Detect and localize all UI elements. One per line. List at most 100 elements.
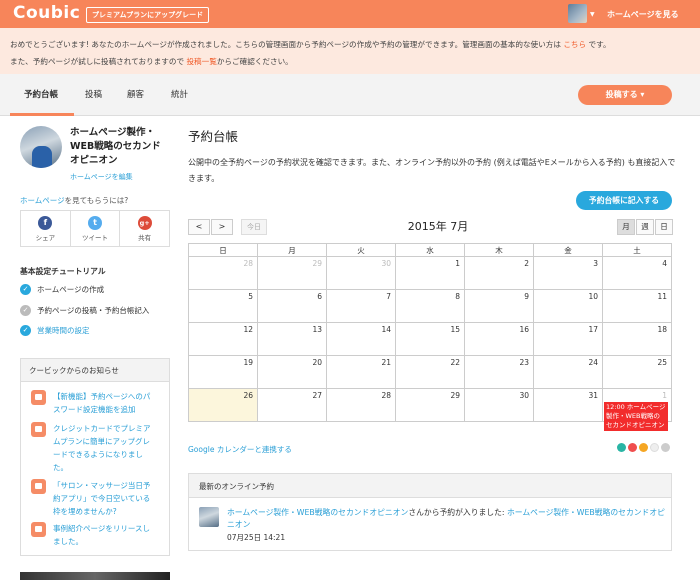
banner-image[interactable] xyxy=(20,572,170,580)
check-icon: ✓ xyxy=(20,284,31,295)
calendar-day[interactable]: 27 xyxy=(257,388,327,422)
calendar-day[interactable]: 22 xyxy=(395,355,465,389)
share-box: f シェア t ツイート g+ 共有 xyxy=(20,210,170,247)
calendar-day[interactable]: 31 xyxy=(533,388,603,422)
color-swatch[interactable] xyxy=(628,443,637,452)
notice-posts-link[interactable]: 投稿一覧 xyxy=(186,57,216,66)
calendar-day[interactable]: 29 xyxy=(395,388,465,422)
calendar-day[interactable]: 7 xyxy=(326,289,396,323)
calendar-day[interactable]: 20 xyxy=(257,355,327,389)
news-item-link[interactable]: クレジットカードでプレミアムプランに簡単にアップグレードできるようになりました。 xyxy=(53,422,153,474)
online-reservations-title: 最新のオンライン予約 xyxy=(189,474,671,498)
tab-customers[interactable]: 顧客 xyxy=(127,88,144,100)
site-name: ホームページ製作・WEB戦略のセカンドオピニオン xyxy=(70,127,161,166)
add-reservation-button[interactable]: 予約台帳に記入する xyxy=(576,191,672,210)
weekday-header: 火 xyxy=(326,243,396,257)
news-icon xyxy=(31,479,46,494)
calendar-day[interactable]: 15 xyxy=(395,322,465,356)
tutorial-item: ✓ ホームページの作成 xyxy=(20,284,104,295)
calendar-day[interactable]: 19 xyxy=(188,355,258,389)
tab-stats[interactable]: 統計 xyxy=(171,88,188,100)
news-item[interactable]: 事例紹介ページをリリースしました。 xyxy=(31,522,153,548)
calendar-day-with-event[interactable]: 1 12:00 ホームページ製作・WEB戦略のセカンドオピニオン xyxy=(602,388,672,431)
calendar-event[interactable]: 12:00 ホームページ製作・WEB戦略のセカンドオピニオン xyxy=(604,402,668,431)
prev-month-button[interactable]: < xyxy=(188,219,210,235)
facebook-share-button[interactable]: f シェア xyxy=(21,211,71,246)
chevron-down-icon[interactable]: ▼ xyxy=(590,11,595,18)
share-question-link[interactable]: ホームページ xyxy=(20,196,65,205)
calendar-day[interactable]: 30 xyxy=(326,256,396,290)
tutorial-item-label: ホームページの作成 xyxy=(37,285,105,294)
news-item[interactable]: クレジットカードでプレミアムプランに簡単にアップグレードできるようになりました。 xyxy=(31,422,153,474)
calendar-day[interactable]: 29 xyxy=(257,256,327,290)
next-month-button[interactable]: > xyxy=(211,219,233,235)
news-item-link[interactable]: 「サロン・マッサージ当日予約アプリ」で今日空いている枠を埋めませんか? xyxy=(53,479,153,518)
calendar-day[interactable]: 28 xyxy=(326,388,396,422)
today-button[interactable]: 今日 xyxy=(241,219,267,235)
calendar-day[interactable]: 21 xyxy=(326,355,396,389)
view-home-link[interactable]: ホームページを見る xyxy=(607,9,679,20)
calendar-day[interactable]: 16 xyxy=(464,322,534,356)
color-swatch[interactable] xyxy=(639,443,648,452)
calendar-day[interactable]: 23 xyxy=(464,355,534,389)
calendar-day[interactable]: 24 xyxy=(533,355,603,389)
google-plus-share-button[interactable]: g+ 共有 xyxy=(120,211,169,246)
color-swatch[interactable] xyxy=(661,443,670,452)
news-item-link[interactable]: 【新機能】予約ページへのパスワード設定機能を追加 xyxy=(53,390,153,416)
top-bar: Coubic プレミアムプランにアップグレード ▼ ホームページを見る xyxy=(0,0,700,28)
calendar-day[interactable]: 18 xyxy=(602,322,672,356)
customer-link[interactable]: ホームページ製作・WEB戦略のセカンドオピニオン xyxy=(227,508,408,517)
twitter-share-button[interactable]: t ツイート xyxy=(71,211,121,246)
notice-text: また、予約ページが試しに投稿されておりますので xyxy=(10,57,185,66)
calendar-day[interactable]: 13 xyxy=(257,322,327,356)
check-icon: ✓ xyxy=(20,325,31,336)
calendar-day[interactable]: 12 xyxy=(188,322,258,356)
notice-text: からご確認ください。 xyxy=(216,57,293,66)
calendar-day[interactable]: 5 xyxy=(188,289,258,323)
color-swatch[interactable] xyxy=(617,443,626,452)
calendar-day[interactable]: 1 xyxy=(395,256,465,290)
google-calendar-link[interactable]: Google カレンダーと連携する xyxy=(188,444,292,455)
share-question-text: を見てもらうには? xyxy=(64,196,129,205)
news-item[interactable]: 【新機能】予約ページへのパスワード設定機能を追加 xyxy=(31,390,153,416)
google-plus-icon: g+ xyxy=(137,216,152,230)
notice-help-link[interactable]: こちら xyxy=(563,40,586,49)
calendar-day[interactable]: 14 xyxy=(326,322,396,356)
calendar-day[interactable]: 17 xyxy=(533,322,603,356)
news-item[interactable]: 「サロン・マッサージ当日予約アプリ」で今日空いている枠を埋めませんか? xyxy=(31,479,153,518)
tab-reservation-book[interactable]: 予約台帳 xyxy=(24,88,58,100)
calendar-day[interactable]: 11 xyxy=(602,289,672,323)
news-item-link[interactable]: 事例紹介ページをリリースしました。 xyxy=(53,522,153,548)
facebook-icon: f xyxy=(38,216,53,230)
tutorial-item-link[interactable]: 営業時間の設定 xyxy=(37,325,90,336)
logo[interactable]: Coubic xyxy=(13,3,80,23)
calendar-day[interactable]: 10 xyxy=(533,289,603,323)
news-icon xyxy=(31,390,46,405)
edit-home-link[interactable]: ホームページを編集 xyxy=(70,172,133,182)
color-swatch[interactable] xyxy=(650,443,659,452)
active-tab-indicator xyxy=(10,113,74,116)
calendar-day[interactable]: 3 xyxy=(533,256,603,290)
day-view-button[interactable]: 日 xyxy=(655,219,673,235)
calendar-day[interactable]: 28 xyxy=(188,256,258,290)
tab-posts[interactable]: 投稿 xyxy=(85,88,102,100)
weekday-header: 水 xyxy=(395,243,465,257)
week-view-button[interactable]: 週 xyxy=(636,219,654,235)
calendar-day[interactable]: 8 xyxy=(395,289,465,323)
calendar-day[interactable]: 25 xyxy=(602,355,672,389)
calendar-day-today[interactable]: 26 xyxy=(188,388,258,422)
page-title: 予約台帳 xyxy=(188,129,239,144)
calendar-day[interactable]: 6 xyxy=(257,289,327,323)
calendar-day[interactable]: 9 xyxy=(464,289,534,323)
twitter-icon: t xyxy=(88,216,102,230)
calendar-day[interactable]: 2 xyxy=(464,256,534,290)
tutorial-item: ✓ 予約ページの投稿・予約台帳記入 xyxy=(20,305,149,316)
month-view-button[interactable]: 月 xyxy=(617,219,635,235)
upgrade-button[interactable]: プレミアムプランにアップグレード xyxy=(86,7,210,23)
calendar-day[interactable]: 4 xyxy=(602,256,672,290)
weekday-header: 金 xyxy=(533,243,603,257)
calendar-day[interactable]: 30 xyxy=(464,388,534,422)
day-number: 1 xyxy=(662,391,667,400)
post-button[interactable]: 投稿する ▾ xyxy=(578,85,672,105)
user-avatar[interactable] xyxy=(568,4,587,23)
